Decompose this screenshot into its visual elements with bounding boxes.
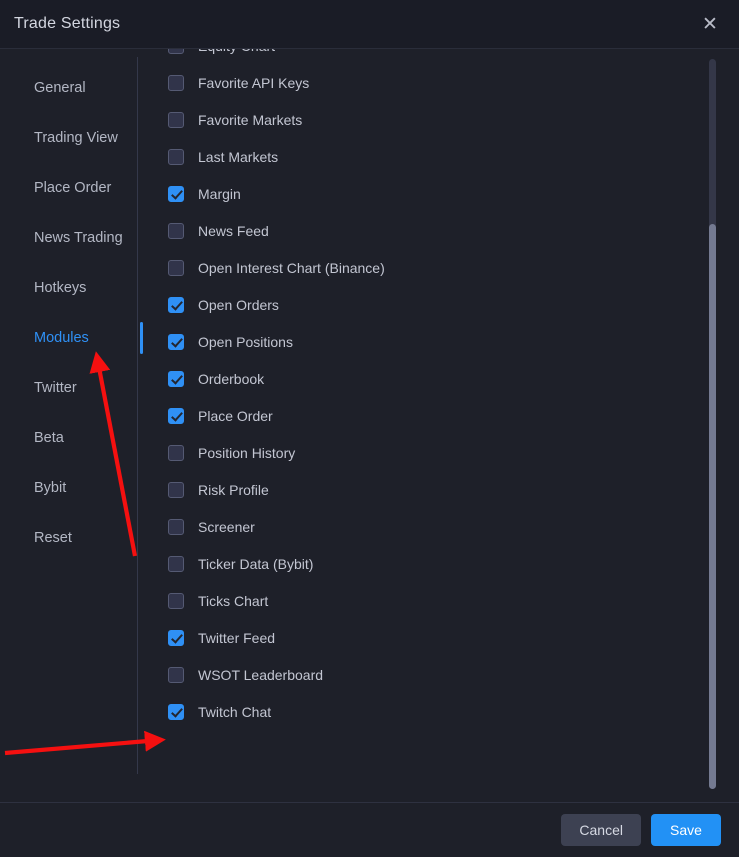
checkbox-unchecked-icon[interactable] (168, 148, 184, 165)
checkbox-unchecked-icon[interactable] (168, 49, 184, 54)
list-item-label: News Feed (198, 222, 269, 239)
checkbox-unchecked-icon[interactable] (168, 222, 184, 239)
list-item-label: Open Orders (198, 296, 279, 313)
dialog-footer: Cancel Save (0, 802, 739, 857)
checkbox-unchecked-icon[interactable] (168, 592, 184, 609)
sidebar-item-label: Hotkeys (34, 280, 87, 296)
list-item-label: Last Markets (198, 148, 279, 165)
list-item[interactable]: News Feed (168, 212, 739, 249)
sidebar-item-place-order[interactable]: Place Order (0, 163, 137, 213)
sidebar-item-twitter[interactable]: Twitter (0, 363, 137, 413)
list-item[interactable]: Twitch Chat (168, 693, 739, 730)
list-item[interactable]: WSOT Leaderboard (168, 656, 739, 693)
checkbox-checked-icon[interactable] (168, 703, 184, 720)
list-item-label: Favorite Markets (198, 111, 303, 128)
list-item-label: Position History (198, 444, 296, 461)
list-item[interactable]: Open Interest Chart (Binance) (168, 249, 739, 286)
list-item-label: Place Order (198, 407, 273, 424)
sidebar-item-hotkeys[interactable]: Hotkeys (0, 263, 137, 313)
checkbox-unchecked-icon[interactable] (168, 666, 184, 683)
modules-scroll-area[interactable]: Equity Chart Favorite API Keys Favorite Ma… (137, 49, 739, 802)
list-item-label: WSOT Leaderboard (198, 666, 324, 683)
sidebar-item-label: Trading View (34, 130, 118, 146)
list-item[interactable]: Position History (168, 434, 739, 471)
checkbox-unchecked-icon[interactable] (168, 555, 184, 572)
checkbox-checked-icon[interactable] (168, 185, 184, 202)
list-item-label: Orderbook (198, 370, 265, 387)
cancel-button[interactable]: Cancel (561, 814, 641, 846)
sidebar-item-bybit[interactable]: Bybit (0, 463, 137, 513)
checkbox-unchecked-icon[interactable] (168, 444, 184, 461)
checkbox-unchecked-icon[interactable] (168, 111, 184, 128)
sidebar-item-label: Beta (34, 430, 64, 446)
list-item-label: Open Positions (198, 333, 293, 350)
settings-sidebar: General Trading View Place Order News Tradi… (0, 49, 143, 802)
list-item-label: Margin (198, 185, 241, 202)
list-item[interactable]: Favorite Markets (168, 101, 739, 138)
sidebar-item-label: Modules (34, 330, 89, 346)
list-item[interactable]: Open Orders (168, 286, 739, 323)
sidebar-item-label: News Trading (34, 230, 123, 246)
close-icon[interactable]: ✕ (697, 11, 723, 37)
dialog-body: General Trading View Place Order News Tradi… (0, 49, 739, 802)
checkbox-unchecked-icon[interactable] (168, 518, 184, 535)
trade-settings-dialog: Trade Settings ✕ General Trading View Plac… (0, 0, 739, 857)
list-item-label: Favorite API Keys (198, 74, 310, 91)
list-item[interactable]: Equity Chart (168, 49, 739, 64)
list-item-label: Open Interest Chart (Binance) (198, 259, 385, 276)
list-item[interactable]: Risk Profile (168, 471, 739, 508)
list-item-label: Twitter Feed (198, 629, 276, 646)
page-title: Trade Settings (14, 15, 121, 32)
sidebar-item-news-trading[interactable]: News Trading (0, 213, 137, 263)
sidebar-item-label: Reset (34, 530, 72, 546)
dialog-header: Trade Settings ✕ (0, 0, 739, 49)
checkbox-unchecked-icon[interactable] (168, 481, 184, 498)
sidebar-item-label: Bybit (34, 480, 67, 496)
list-item[interactable]: Orderbook (168, 360, 739, 397)
list-item-label: Twitch Chat (198, 703, 272, 720)
list-item-label: Screener (198, 518, 255, 535)
list-item[interactable]: Margin (168, 175, 739, 212)
checkbox-checked-icon[interactable] (168, 370, 184, 387)
list-item[interactable]: Last Markets (168, 138, 739, 175)
list-item-label: Ticker Data (Bybit) (198, 555, 314, 572)
list-item-label: Ticks Chart (198, 592, 269, 609)
checkbox-unchecked-icon[interactable] (168, 74, 184, 91)
checkbox-unchecked-icon[interactable] (168, 259, 184, 276)
sidebar-item-label: Place Order (34, 180, 112, 196)
sidebar-item-modules[interactable]: Modules (0, 313, 143, 363)
checkbox-checked-icon[interactable] (168, 296, 184, 313)
scrollbar-thumb[interactable] (709, 224, 716, 789)
sidebar-item-label: General (34, 80, 86, 96)
list-item[interactable]: Ticker Data (Bybit) (168, 545, 739, 582)
list-item[interactable]: Screener (168, 508, 739, 545)
save-button[interactable]: Save (651, 814, 721, 846)
list-item-label: Equity Chart (198, 49, 275, 54)
list-item[interactable]: Ticks Chart (168, 582, 739, 619)
sidebar-item-trading-view[interactable]: Trading View (0, 113, 137, 163)
list-item[interactable]: Twitter Feed (168, 619, 739, 656)
list-item[interactable]: Place Order (168, 397, 739, 434)
modules-list: Equity Chart Favorite API Keys Favorite Ma… (137, 49, 739, 730)
list-item-label: Risk Profile (198, 481, 269, 498)
checkbox-checked-icon[interactable] (168, 629, 184, 646)
sidebar-item-beta[interactable]: Beta (0, 413, 137, 463)
sidebar-item-label: Twitter (34, 380, 77, 396)
checkbox-checked-icon[interactable] (168, 407, 184, 424)
sidebar-item-reset[interactable]: Reset (0, 513, 137, 563)
checkbox-checked-icon[interactable] (168, 333, 184, 350)
list-item[interactable]: Open Positions (168, 323, 739, 360)
list-item[interactable]: Favorite API Keys (168, 64, 739, 101)
sidebar-item-general[interactable]: General (0, 63, 137, 113)
